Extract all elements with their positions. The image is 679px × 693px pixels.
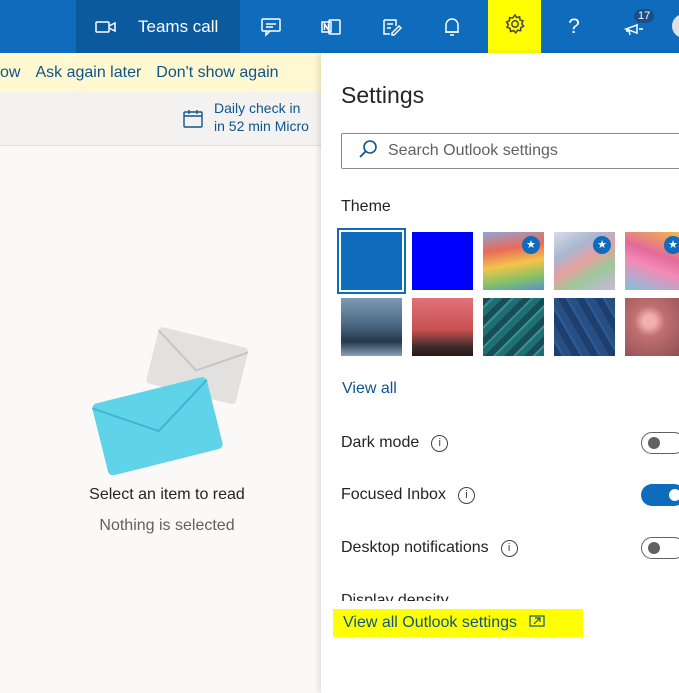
video-icon xyxy=(94,15,118,39)
info-icon[interactable]: i xyxy=(431,434,449,452)
daily-check-in-title[interactable]: Daily check in xyxy=(214,100,300,116)
envelope-illustration xyxy=(90,325,250,476)
todo-icon[interactable] xyxy=(371,0,411,53)
star-icon: ★ xyxy=(664,236,679,254)
empty-state-title: Select an item to read xyxy=(89,486,245,503)
view-all-themes-link[interactable]: View all xyxy=(342,380,397,398)
theme-label: Theme xyxy=(341,198,391,215)
view-all-outlook-settings-label: View all Outlook settings xyxy=(343,614,518,631)
bell-icon[interactable] xyxy=(432,0,472,53)
star-icon: ★ xyxy=(593,236,611,254)
chat-icon[interactable] xyxy=(251,0,291,53)
teams-call-button[interactable]: Teams call xyxy=(76,0,240,53)
dark-mode-label: Dark mode xyxy=(341,434,420,451)
help-icon[interactable]: ? xyxy=(554,0,594,53)
theme-swatch-circuit[interactable] xyxy=(483,298,544,356)
settings-search-box[interactable] xyxy=(341,133,679,169)
onenote-icon[interactable] xyxy=(311,0,351,53)
theme-swatch-pride-unicorn[interactable]: ★ xyxy=(625,232,679,290)
desktop-notifications-option: Desktop notifications i xyxy=(341,539,518,557)
desktop-notifications-toggle[interactable] xyxy=(641,537,679,559)
notice-link-truncated[interactable]: ow xyxy=(0,64,20,82)
info-icon[interactable]: i xyxy=(457,486,475,504)
theme-swatch-blue[interactable] xyxy=(337,228,406,294)
theme-swatch-bokeh[interactable] xyxy=(625,298,679,356)
view-all-outlook-settings-link[interactable]: View all Outlook settings xyxy=(333,609,583,637)
theme-swatch-bright-blue[interactable] xyxy=(412,232,473,290)
focused-inbox-option: Focused Inbox i xyxy=(341,486,475,504)
dont-show-again-link[interactable]: Don't show again xyxy=(156,64,278,82)
desktop-notifications-label: Desktop notifications xyxy=(341,539,489,556)
theme-swatch-rainbow-stripes[interactable]: ★ xyxy=(483,232,544,290)
settings-panel: Settings Theme ★ ★ ★ View all Dark mode … xyxy=(321,53,679,693)
gear-icon xyxy=(504,13,526,40)
settings-gear-button[interactable] xyxy=(488,0,541,53)
display-density-label-clipped: Display density xyxy=(341,592,449,601)
daily-check-in-bar: Daily check in in 52 min Micro xyxy=(0,92,321,146)
teams-call-label: Teams call xyxy=(138,16,219,36)
daily-check-in-subtitle: in 52 min Micro xyxy=(214,118,309,134)
dark-mode-option: Dark mode i xyxy=(341,434,449,452)
theme-swatch-palms[interactable] xyxy=(412,298,473,356)
notification-prompt-bar: ow Ask again later Don't show again xyxy=(0,53,321,92)
notification-badge: 17 xyxy=(634,9,655,23)
focused-inbox-label: Focused Inbox xyxy=(341,486,446,503)
feedback-icon[interactable] xyxy=(614,0,654,53)
open-external-icon xyxy=(529,614,545,632)
star-icon: ★ xyxy=(522,236,540,254)
search-input[interactable] xyxy=(388,142,668,160)
theme-swatch-mountain[interactable] xyxy=(341,298,402,356)
info-icon[interactable]: i xyxy=(500,539,518,557)
calendar-icon xyxy=(183,110,203,128)
focused-inbox-toggle[interactable] xyxy=(641,484,679,506)
top-bar: Teams call ? 17 xyxy=(0,0,679,53)
theme-swatch-navigation[interactable] xyxy=(554,298,615,356)
ask-again-later-link[interactable]: Ask again later xyxy=(35,64,141,82)
theme-swatch-rainbow-waves[interactable]: ★ xyxy=(554,232,615,290)
dark-mode-toggle[interactable] xyxy=(641,432,679,454)
settings-title: Settings xyxy=(341,82,425,108)
search-icon xyxy=(342,139,388,164)
empty-state-subtitle: Nothing is selected xyxy=(99,517,235,534)
avatar[interactable] xyxy=(672,14,679,38)
